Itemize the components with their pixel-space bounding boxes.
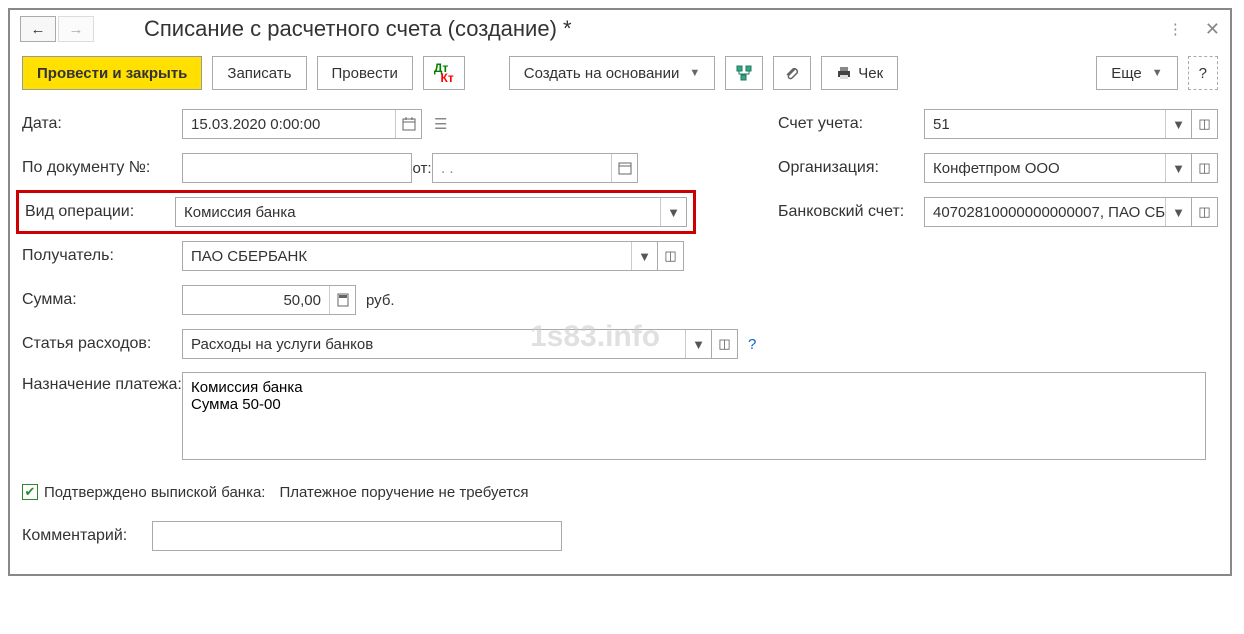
nav-back-button[interactable]: ← bbox=[20, 16, 56, 42]
currency-label: руб. bbox=[366, 292, 395, 309]
confirmed-checkbox[interactable]: ✔ bbox=[22, 484, 38, 500]
help-button[interactable]: ? bbox=[1188, 56, 1218, 90]
document-window: ← → Списание с расчетного счета (создани… bbox=[8, 8, 1232, 576]
list-icon[interactable]: ☰ bbox=[434, 115, 447, 133]
open-icon[interactable]: ◫ bbox=[1192, 197, 1218, 227]
window-title: Списание с расчетного счета (создание) * bbox=[144, 16, 1158, 42]
structure-button[interactable] bbox=[725, 56, 763, 90]
toolbar: Провести и закрыть Записать Провести Дт … bbox=[10, 48, 1230, 98]
chevron-down-icon[interactable]: ▼ bbox=[660, 198, 686, 226]
nav-forward-button[interactable]: → bbox=[58, 16, 94, 42]
open-icon[interactable]: ◫ bbox=[1192, 153, 1218, 183]
account-label: Счет учета: bbox=[778, 115, 924, 133]
bank-acc-value: 40702810000000000007, ПАО СБЕ bbox=[925, 204, 1165, 221]
confirmed-label: Подтверждено выпиской банка: bbox=[44, 484, 265, 501]
chevron-down-icon[interactable]: ▼ bbox=[1165, 198, 1191, 226]
paperclip-icon bbox=[784, 65, 800, 81]
save-button[interactable]: Записать bbox=[212, 56, 306, 90]
titlebar: ← → Списание с расчетного счета (создани… bbox=[10, 10, 1230, 48]
account-value: 51 bbox=[925, 116, 1165, 133]
op-type-field[interactable]: Комиссия банка ▼ bbox=[175, 197, 687, 227]
expense-label: Статья расходов: bbox=[22, 335, 182, 353]
dtkt-button[interactable]: Дт Кт bbox=[423, 56, 465, 90]
org-field[interactable]: Конфетпром ООО ▼ bbox=[924, 153, 1192, 183]
org-value: Конфетпром ООО bbox=[925, 160, 1165, 177]
chevron-down-icon[interactable]: ▼ bbox=[685, 330, 711, 358]
create-based-on-button[interactable]: Создать на основании ▼ bbox=[509, 56, 716, 90]
op-type-label: Вид операции: bbox=[25, 203, 175, 221]
arrow-left-icon: ← bbox=[31, 21, 46, 38]
chevron-down-icon[interactable]: ▼ bbox=[1165, 154, 1191, 182]
dtkt-icon: Дт Кт bbox=[434, 63, 454, 83]
date-label: Дата: bbox=[22, 115, 182, 133]
attachment-button[interactable] bbox=[773, 56, 811, 90]
bank-acc-label: Банковский счет: bbox=[778, 203, 924, 221]
date-value: 15.03.2020 0:00:00 bbox=[183, 116, 395, 133]
post-and-close-button[interactable]: Провести и закрыть bbox=[22, 56, 202, 90]
doc-no-field[interactable] bbox=[182, 153, 412, 183]
recipient-field[interactable]: ПАО СБЕРБАНК ▼ bbox=[182, 241, 658, 271]
open-icon[interactable]: ◫ bbox=[1192, 109, 1218, 139]
kebab-menu-icon[interactable]: ⋮ bbox=[1168, 20, 1185, 38]
from-date-value: . . bbox=[433, 160, 611, 177]
more-label: Еще bbox=[1111, 65, 1142, 82]
comment-label: Комментарий: bbox=[22, 527, 152, 545]
account-field[interactable]: 51 ▼ bbox=[924, 109, 1192, 139]
op-type-value: Комиссия банка bbox=[176, 204, 660, 221]
help-link[interactable]: ? bbox=[748, 336, 756, 353]
amount-value: 50,00 bbox=[183, 292, 329, 309]
form-body: Дата: 15.03.2020 0:00:00 ☰ Счет учета: 5… bbox=[10, 98, 1230, 574]
check-label: Чек bbox=[858, 65, 883, 82]
recipient-label: Получатель: bbox=[22, 247, 182, 265]
from-label: от: bbox=[412, 160, 432, 177]
post-button[interactable]: Провести bbox=[317, 56, 413, 90]
operation-type-highlight: Вид операции: Комиссия банка ▼ bbox=[16, 190, 696, 234]
open-icon[interactable]: ◫ bbox=[658, 241, 684, 271]
doc-no-label: По документу №: bbox=[22, 159, 182, 177]
payment-order-text: Платежное поручение не требуется bbox=[279, 484, 528, 501]
more-button[interactable]: Еще ▼ bbox=[1096, 56, 1177, 90]
bank-acc-field[interactable]: 40702810000000000007, ПАО СБЕ ▼ bbox=[924, 197, 1192, 227]
comment-field[interactable] bbox=[152, 521, 562, 551]
open-icon[interactable]: ◫ bbox=[712, 329, 738, 359]
create-based-label: Создать на основании bbox=[524, 65, 680, 82]
chevron-down-icon[interactable]: ▼ bbox=[1165, 110, 1191, 138]
recipient-value: ПАО СБЕРБАНК bbox=[183, 248, 631, 265]
date-field[interactable]: 15.03.2020 0:00:00 bbox=[182, 109, 422, 139]
calendar-icon[interactable] bbox=[395, 110, 421, 138]
expense-field[interactable]: Расходы на услуги банков ▼ bbox=[182, 329, 712, 359]
check-button[interactable]: Чек bbox=[821, 56, 898, 90]
expense-value: Расходы на услуги банков bbox=[183, 336, 685, 353]
structure-icon bbox=[736, 65, 752, 81]
calendar-icon[interactable] bbox=[611, 154, 637, 182]
amount-label: Сумма: bbox=[22, 291, 182, 309]
arrow-right-icon: → bbox=[69, 21, 84, 38]
chevron-down-icon: ▼ bbox=[1152, 67, 1163, 79]
nav-buttons: ← → bbox=[20, 16, 94, 42]
purpose-textarea[interactable] bbox=[182, 372, 1206, 460]
amount-field[interactable]: 50,00 bbox=[182, 285, 356, 315]
calculator-icon[interactable] bbox=[329, 286, 355, 314]
org-label: Организация: bbox=[778, 159, 924, 177]
printer-icon bbox=[836, 65, 852, 81]
chevron-down-icon[interactable]: ▼ bbox=[631, 242, 657, 270]
close-button[interactable]: ✕ bbox=[1205, 19, 1220, 40]
from-date-field[interactable]: . . bbox=[432, 153, 638, 183]
chevron-down-icon: ▼ bbox=[689, 67, 700, 79]
purpose-label: Назначение платежа: bbox=[22, 372, 182, 394]
